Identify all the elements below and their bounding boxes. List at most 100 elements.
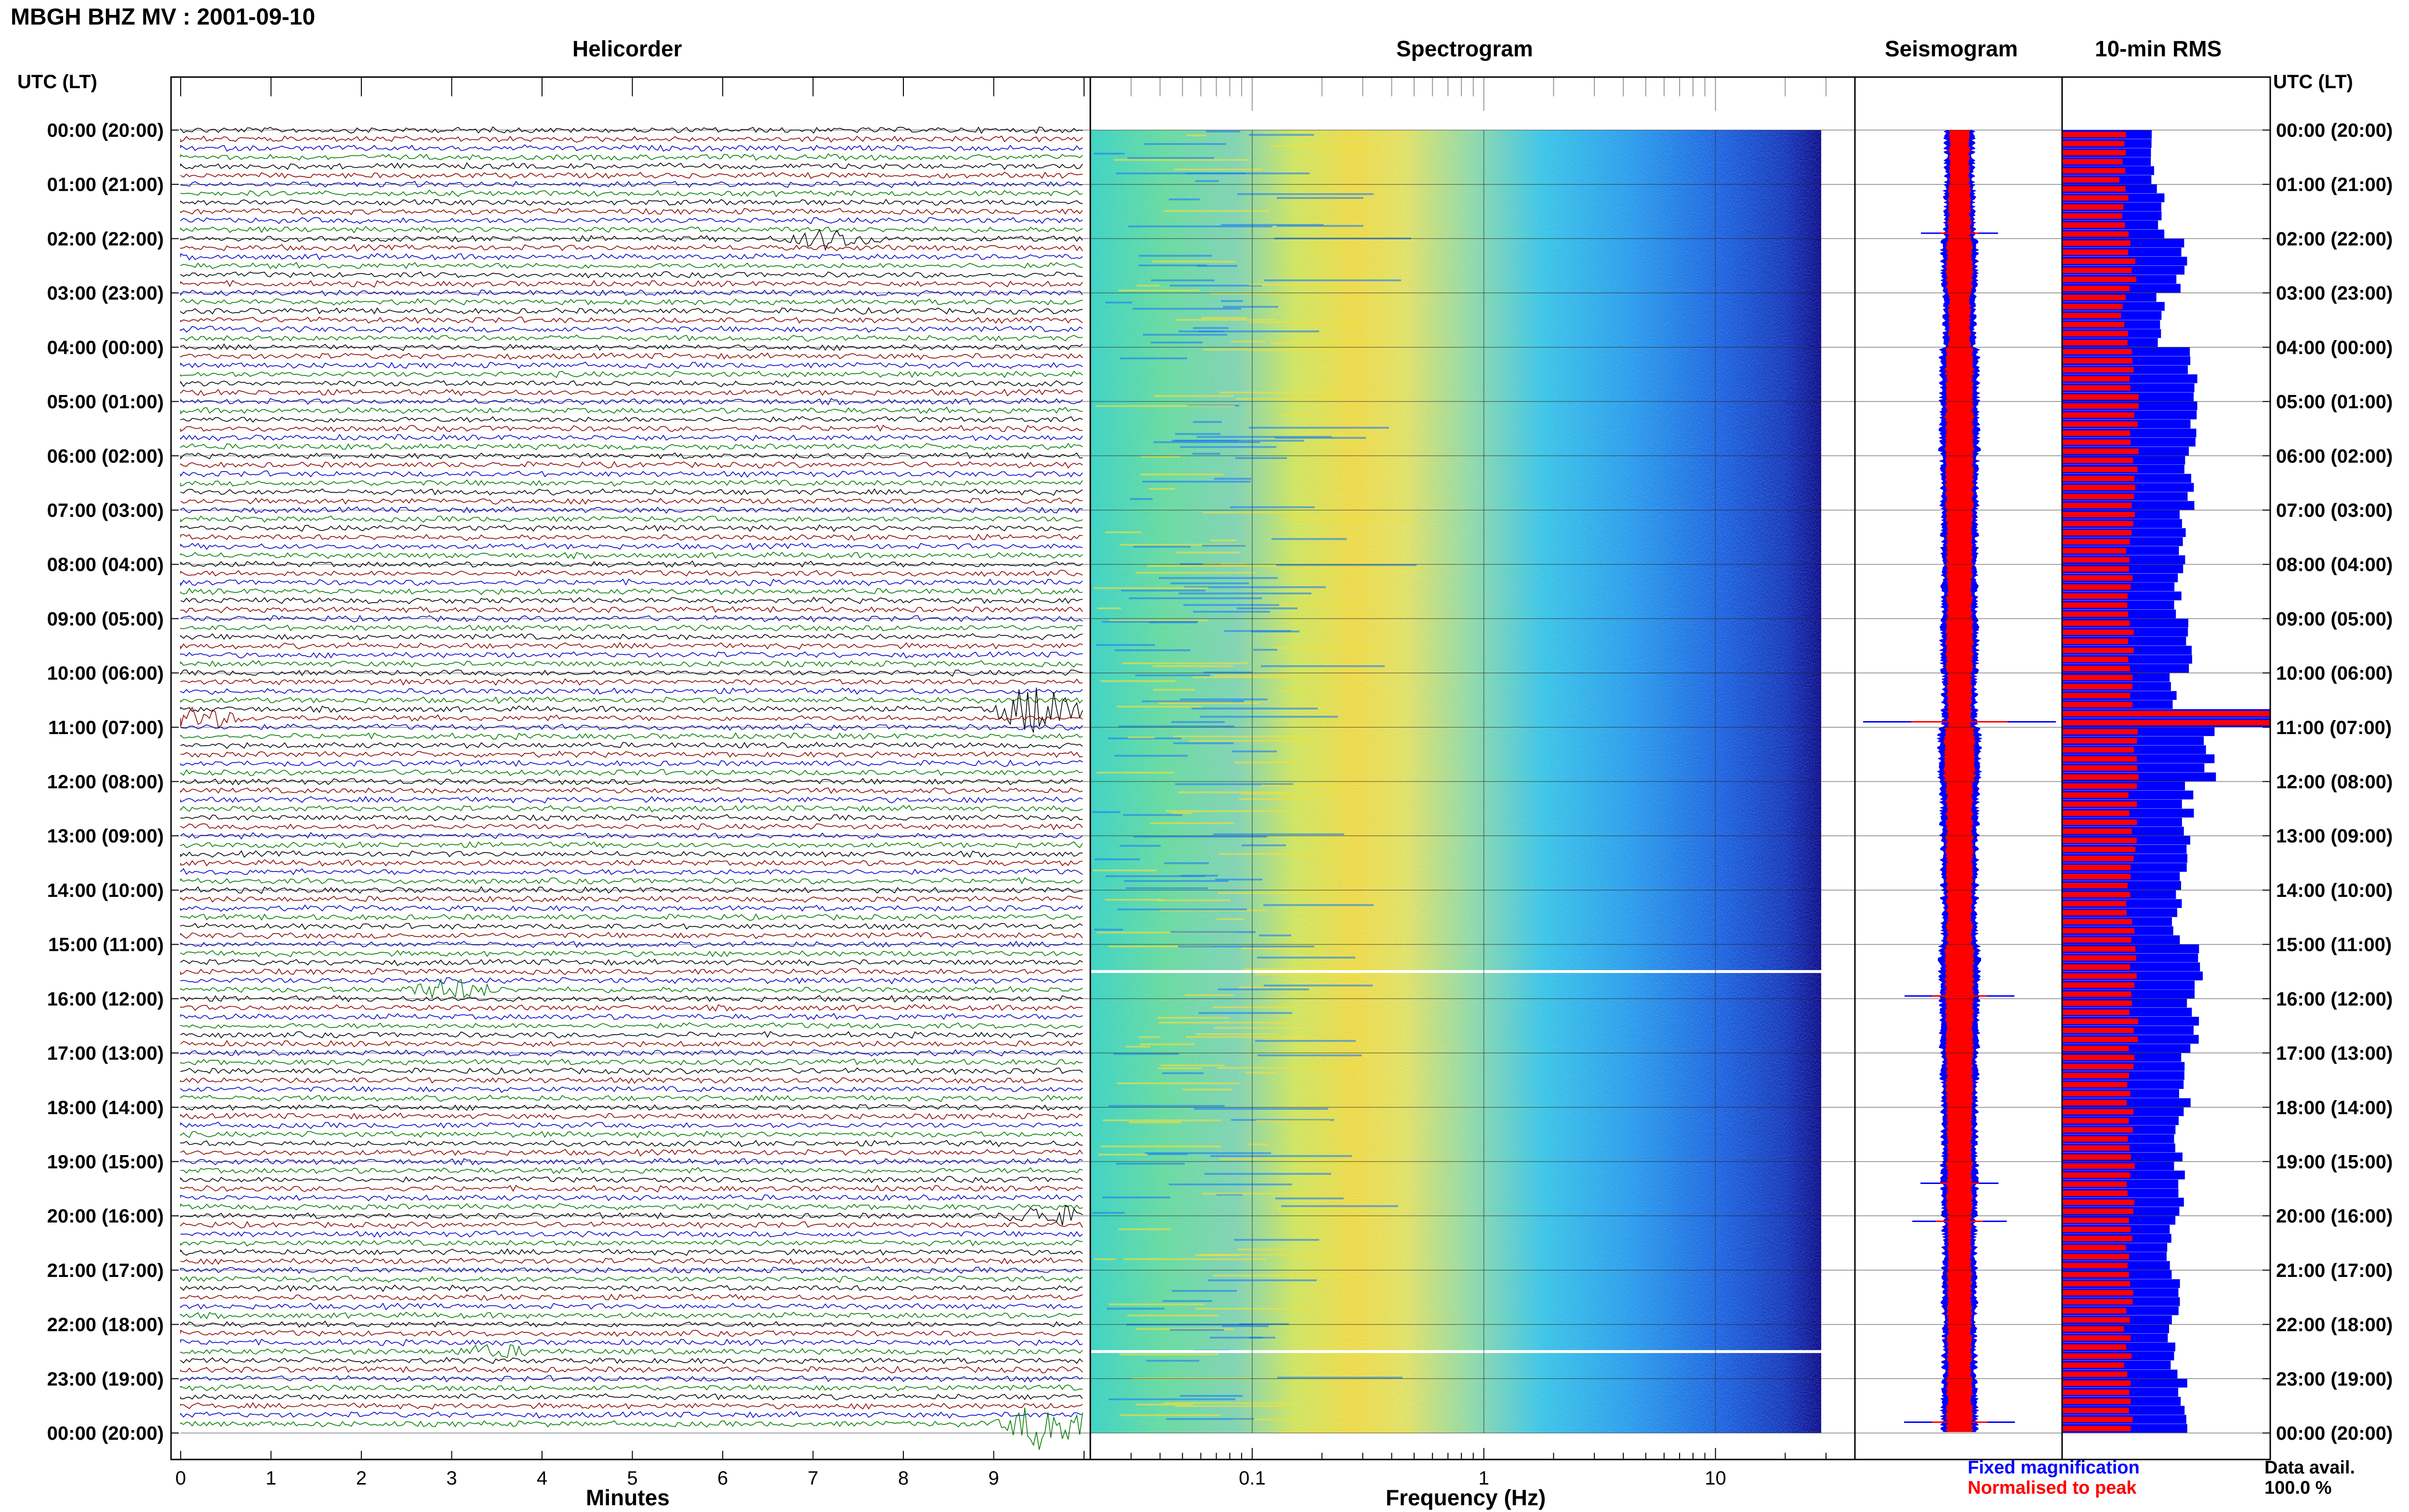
spectrogram-streak <box>1239 798 1308 800</box>
helicorder-trace <box>180 1012 1083 1020</box>
spectrogram-streak <box>1200 716 1338 718</box>
spectrogram-streak <box>1147 565 1281 567</box>
spectrogram-streak <box>1256 1120 1330 1122</box>
spectrogram-streak <box>1195 180 1219 182</box>
rms-bar-normalised <box>2062 458 2133 463</box>
rms-bar-normalised <box>2062 358 2132 364</box>
spectrogram-streak <box>1180 698 1268 700</box>
rms-bar-normalised <box>2062 267 2132 273</box>
rms-bar-normalised <box>2062 1054 2134 1061</box>
hour-label-right: 12:00 (08:00) <box>2276 772 2393 793</box>
spectrogram-streak <box>1144 143 1226 145</box>
rms-bar-normalised <box>2062 783 2137 789</box>
spectrogram-streak <box>1271 538 1347 540</box>
spectrogram-streak <box>1142 481 1251 483</box>
spectrogram-streak <box>1218 988 1309 990</box>
spectrogram-streak <box>1158 1067 1202 1069</box>
hour-label-left: 15:00 (11:00) <box>48 934 164 956</box>
plot-canvas: 00:00 (20:00) 00:00 (20:00) 01:00 (21:00) 0… <box>47 76 2393 1489</box>
helicorder-trace <box>180 171 1083 179</box>
spectrogram-streak <box>1214 478 1251 480</box>
hour-label-right: 03:00 (23:00) <box>2276 283 2393 304</box>
helicorder-trace <box>180 1067 1083 1075</box>
spectrogram-streak <box>1255 1040 1356 1042</box>
hour-label-right: 06:00 (02:00) <box>2276 446 2393 467</box>
helicorder-trace <box>180 1329 1083 1337</box>
spectrogram-streak <box>1152 261 1236 263</box>
spectrogram-streak <box>1120 357 1187 359</box>
spectrogram-streak <box>1176 319 1276 321</box>
spectrogram-streak <box>1202 1193 1316 1195</box>
frequency-tick-label: 10 <box>1705 1468 1726 1489</box>
helicorder-trace <box>180 1284 1083 1292</box>
hour-label-right: 05:00 (01:00) <box>2276 392 2393 413</box>
spectrogram-streak <box>1136 1404 1193 1406</box>
helicorder-trace <box>180 370 1083 379</box>
hour-label-right: 16:00 (12:00) <box>2276 988 2393 1010</box>
spectrogram-streak <box>1171 721 1225 723</box>
spectrogram-streak <box>1142 700 1244 702</box>
rms-bar-normalised <box>2062 195 2129 201</box>
spectrogram-streak <box>1231 341 1265 342</box>
hour-label-left: 02:00 (22:00) <box>47 228 164 250</box>
rms-bar-normalised <box>2062 720 2270 726</box>
spectrogram-streak <box>1221 300 1243 302</box>
spectrogram-streak <box>1154 395 1234 397</box>
helicorder-trace <box>180 389 1083 397</box>
spectrogram-streak <box>1275 1197 1344 1199</box>
rms-bar-normalised <box>2062 774 2139 780</box>
spectrogram-streak <box>1117 908 1247 910</box>
minute-tick-label: 7 <box>807 1468 818 1489</box>
helicorder-trace <box>180 552 1083 560</box>
rms-bar-normalised <box>2062 512 2135 517</box>
spectrogram-streak <box>1174 169 1263 171</box>
spectrogram-streak <box>1276 647 1375 649</box>
spectrogram-streak <box>1129 597 1262 599</box>
rms-bar-normalised <box>2062 1217 2129 1223</box>
rms-bar-normalised <box>2062 141 2125 146</box>
spectrogram-streak <box>1163 1300 1212 1302</box>
spectrogram-streak <box>1100 1145 1221 1147</box>
helicorder-trace <box>180 1257 1083 1265</box>
helicorder-trace <box>180 569 1083 577</box>
rms-bar-normalised <box>2062 882 2128 889</box>
rms-bar-normalised <box>2062 475 2134 481</box>
spectrogram-streak <box>1096 644 1155 646</box>
helicorder-trace <box>180 380 1083 387</box>
spectrogram-streak <box>1253 649 1277 651</box>
helicorder-trace <box>180 307 1083 315</box>
spectrogram-streak <box>1140 473 1223 475</box>
rms-bar-normalised <box>2062 131 2126 138</box>
helicorder-trace <box>180 660 1083 668</box>
spectrogram-streak <box>1150 822 1234 824</box>
helicorder-trace <box>180 804 1083 813</box>
hour-label-right: 17:00 (13:00) <box>2276 1043 2393 1064</box>
hour-label-right: 19:00 (15:00) <box>2276 1151 2393 1172</box>
spectrogram-streak <box>1178 946 1314 947</box>
spectrogram-streak <box>1224 630 1291 632</box>
helicorder-trace <box>180 162 1083 170</box>
helicorder-trace <box>180 1203 1083 1210</box>
rms-bar-normalised <box>2062 1109 2134 1115</box>
rms-bar-normalised <box>2062 1154 2131 1160</box>
spectrogram-streak <box>1261 665 1385 667</box>
helicorder-trace <box>180 497 1083 505</box>
spectrogram-streak <box>1094 153 1125 155</box>
rms-bar-normalised <box>2062 204 2124 210</box>
rms-bar-normalised <box>2062 1326 2124 1332</box>
rms-bar-normalised <box>2062 611 2128 617</box>
rms-bar-normalised <box>2062 1272 2129 1277</box>
helicorder-trace <box>180 1031 1083 1039</box>
hour-label-left: 20:00 (16:00) <box>47 1206 164 1227</box>
rms-bar-normalised <box>2062 168 2125 174</box>
helicorder-trace <box>180 443 1083 451</box>
spectrogram-streak <box>1100 680 1176 682</box>
spectrogram-streak <box>1175 440 1239 442</box>
spectrogram-streak <box>1095 858 1140 860</box>
spectrogram-streak <box>1105 302 1132 303</box>
rms-bar-normalised <box>2062 756 2137 762</box>
spectrogram-streak <box>1137 285 1159 287</box>
rms-bar-normalised <box>2062 1317 2130 1323</box>
rms-bar-normalised <box>2062 349 2132 355</box>
helicorder-trace <box>180 228 1083 251</box>
